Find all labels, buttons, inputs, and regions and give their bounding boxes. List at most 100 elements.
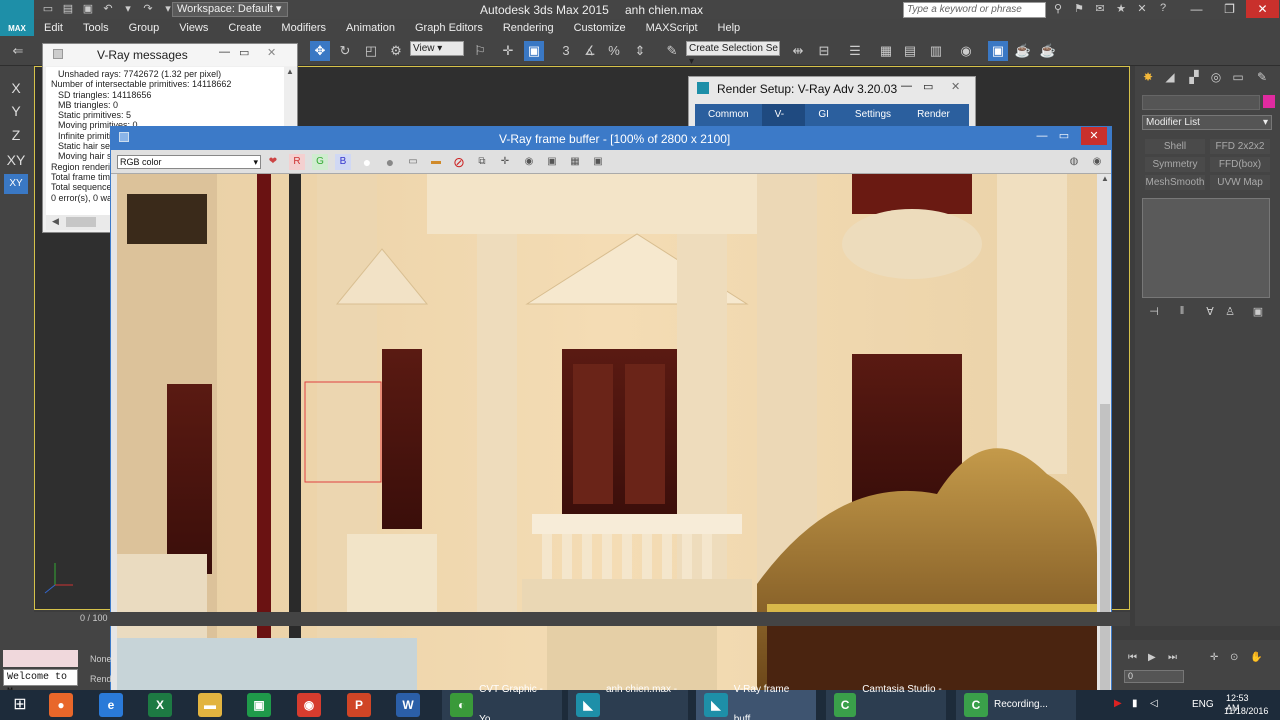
axis-xy-active-button[interactable]: XY [4,174,28,194]
render-setup-icon[interactable]: ▣ [988,41,1008,61]
tab-gi[interactable]: GI [805,104,842,126]
youtube-tray-icon[interactable]: ▶ [1114,698,1122,709]
modifier-ffd222-button[interactable]: FFD 2x2x2 [1210,139,1270,154]
color-picker-icon[interactable]: ❤ [265,154,281,170]
axis-xy-button[interactable]: XY [4,150,28,170]
modifier-shell-button[interactable]: Shell [1145,139,1205,154]
select-scale-icon[interactable]: ◰ [361,41,381,61]
undo-dropdown-icon[interactable]: ▾ [120,2,136,17]
next-frame-icon[interactable]: ⏭ [1168,652,1177,663]
maximize-icon[interactable]: ▭ [1053,127,1075,145]
link-to-max-icon[interactable]: ▣ [544,154,560,170]
maximize-icon[interactable]: ▭ [239,46,249,59]
create-tab-icon[interactable]: ✸ [1139,70,1157,88]
green-channel-button[interactable]: G [312,154,328,170]
menu-create[interactable]: Create [228,22,261,34]
spinner-snap-icon[interactable]: ⇕ [630,41,650,61]
scroll-thumb[interactable] [1100,404,1110,704]
network-icon[interactable]: ▮ [1132,698,1138,709]
tab-render-elements[interactable]: Render Elements [904,104,972,142]
minimize-icon[interactable]: — [1031,127,1053,145]
menu-graph-editors[interactable]: Graph Editors [415,22,483,34]
render-icon[interactable]: ◉ [1089,154,1105,170]
orbit-icon[interactable]: ⊙ [1230,652,1238,663]
menu-modifiers[interactable]: Modifiers [281,22,326,34]
show-info-icon[interactable]: ▣ [590,154,606,170]
schematic-view-icon[interactable]: ▥ [926,41,946,61]
rendered-frame-window-icon[interactable]: ☕ [1013,41,1033,61]
close-x-icon[interactable]: ✕ [1134,2,1150,17]
tab-settings[interactable]: Settings [842,104,904,126]
scroll-left-icon[interactable]: ◀ [52,216,59,227]
save-file-icon[interactable]: ▣ [80,2,96,17]
time-slider[interactable]: 0 / 100 [34,612,1130,626]
help-icon[interactable]: ? [1155,2,1171,17]
modifier-ffdbox-button[interactable]: FFD(box) [1210,157,1270,172]
language-indicator[interactable]: ENG [1192,699,1214,710]
vray-messages-titlebar[interactable]: V-Ray messages — ▭ ✕ [43,44,297,66]
start-button[interactable]: ⊞ [0,690,40,720]
configure-modifier-sets-icon[interactable]: ▣ [1249,305,1267,319]
layer-manager-icon[interactable]: ☰ [845,41,865,61]
pivot-center-icon[interactable]: ⚐ [470,41,490,61]
select-object-icon[interactable]: ✥ [310,41,330,61]
minimize-icon[interactable]: — [1180,0,1213,18]
chrome-button[interactable]: ◉ [292,690,332,720]
task-camtasia[interactable]: C Camtasia Studio - ... [826,684,946,720]
region-render-icon[interactable]: ◉ [521,154,537,170]
scroll-thumb[interactable] [66,217,96,227]
mono-channel-icon[interactable]: ● [382,154,398,170]
close-icon[interactable]: ✕ [951,80,960,93]
menu-group[interactable]: Group [129,22,160,34]
duplicate-to-max-icon[interactable]: ⧉ [474,154,490,170]
menu-rendering[interactable]: Rendering [503,22,554,34]
volume-icon[interactable]: ◁ [1150,698,1158,709]
current-frame-field[interactable]: 0 [1124,670,1184,683]
new-file-icon[interactable]: ▭ [40,2,56,17]
load-image-icon[interactable]: ▬ [428,154,444,170]
search-input[interactable]: Type a keyword or phrase [903,2,1046,18]
go-to-start-icon[interactable]: ⏮ [1128,652,1137,663]
maxscript-listener-mini[interactable] [3,650,78,667]
object-color-swatch[interactable] [1263,95,1275,108]
menu-tools[interactable]: Tools [83,22,109,34]
modifier-list-dropdown[interactable]: Modifier List ▾ [1142,115,1272,130]
axis-x-button[interactable]: X [4,78,28,98]
zoom-icon[interactable]: ✛ [1210,652,1218,663]
menu-animation[interactable]: Animation [346,22,395,34]
curve-editor-icon[interactable]: ▤ [900,41,920,61]
powerpoint-button[interactable]: P [342,690,382,720]
excel-button[interactable]: X [143,690,183,720]
modifier-meshsmooth-button[interactable]: MeshSmooth [1145,175,1205,190]
snap-toggle-icon[interactable]: 3 [556,41,576,61]
task-3dsmax[interactable]: ◣ anh chien.max - ... [568,684,688,720]
display-tab-icon[interactable]: ▭ [1229,70,1247,88]
menu-customize[interactable]: Customize [574,22,626,34]
menu-maxscript[interactable]: MAXScript [646,22,698,34]
menu-help[interactable]: Help [718,22,741,34]
explorer-button[interactable]: ▬ [193,690,233,720]
color-channel-select[interactable]: RGB color ▾ [117,155,261,169]
tab-common[interactable]: Common [695,104,762,126]
remove-modifier-icon[interactable]: ♙ [1221,305,1239,319]
menu-edit[interactable]: Edit [44,22,63,34]
task-cvt-graphic[interactable]: ◐ CVT Graphic - Yo... [442,684,562,720]
alpha-channel-icon[interactable]: ● [359,154,375,170]
close-window-icon[interactable]: ✕ [1246,0,1279,18]
align-icon[interactable]: ⊟ [814,41,834,61]
move-gizmo-icon[interactable]: ✛ [498,41,518,61]
play-icon[interactable]: ▶ [1148,652,1156,663]
render-production-icon[interactable]: ☕ [1038,41,1058,61]
angle-snap-icon[interactable]: ∡ [580,41,600,61]
menu-views[interactable]: Views [179,22,208,34]
maximize-icon[interactable]: ▭ [923,80,933,93]
clear-image-icon[interactable]: ⊘ [451,154,467,170]
axis-y-button[interactable]: Y [4,101,28,121]
modify-tab-icon[interactable]: ◢ [1161,70,1179,88]
save-image-icon[interactable]: ▭ [405,154,421,170]
edit-named-selection-icon[interactable]: ✎ [662,41,682,61]
utilities-tab-icon[interactable]: ✎ [1253,70,1271,88]
link-icon[interactable]: ⚙ [386,41,406,61]
material-editor-icon[interactable]: ◉ [956,41,976,61]
keyboard-shortcut-override-icon[interactable]: ▣ [524,41,544,61]
